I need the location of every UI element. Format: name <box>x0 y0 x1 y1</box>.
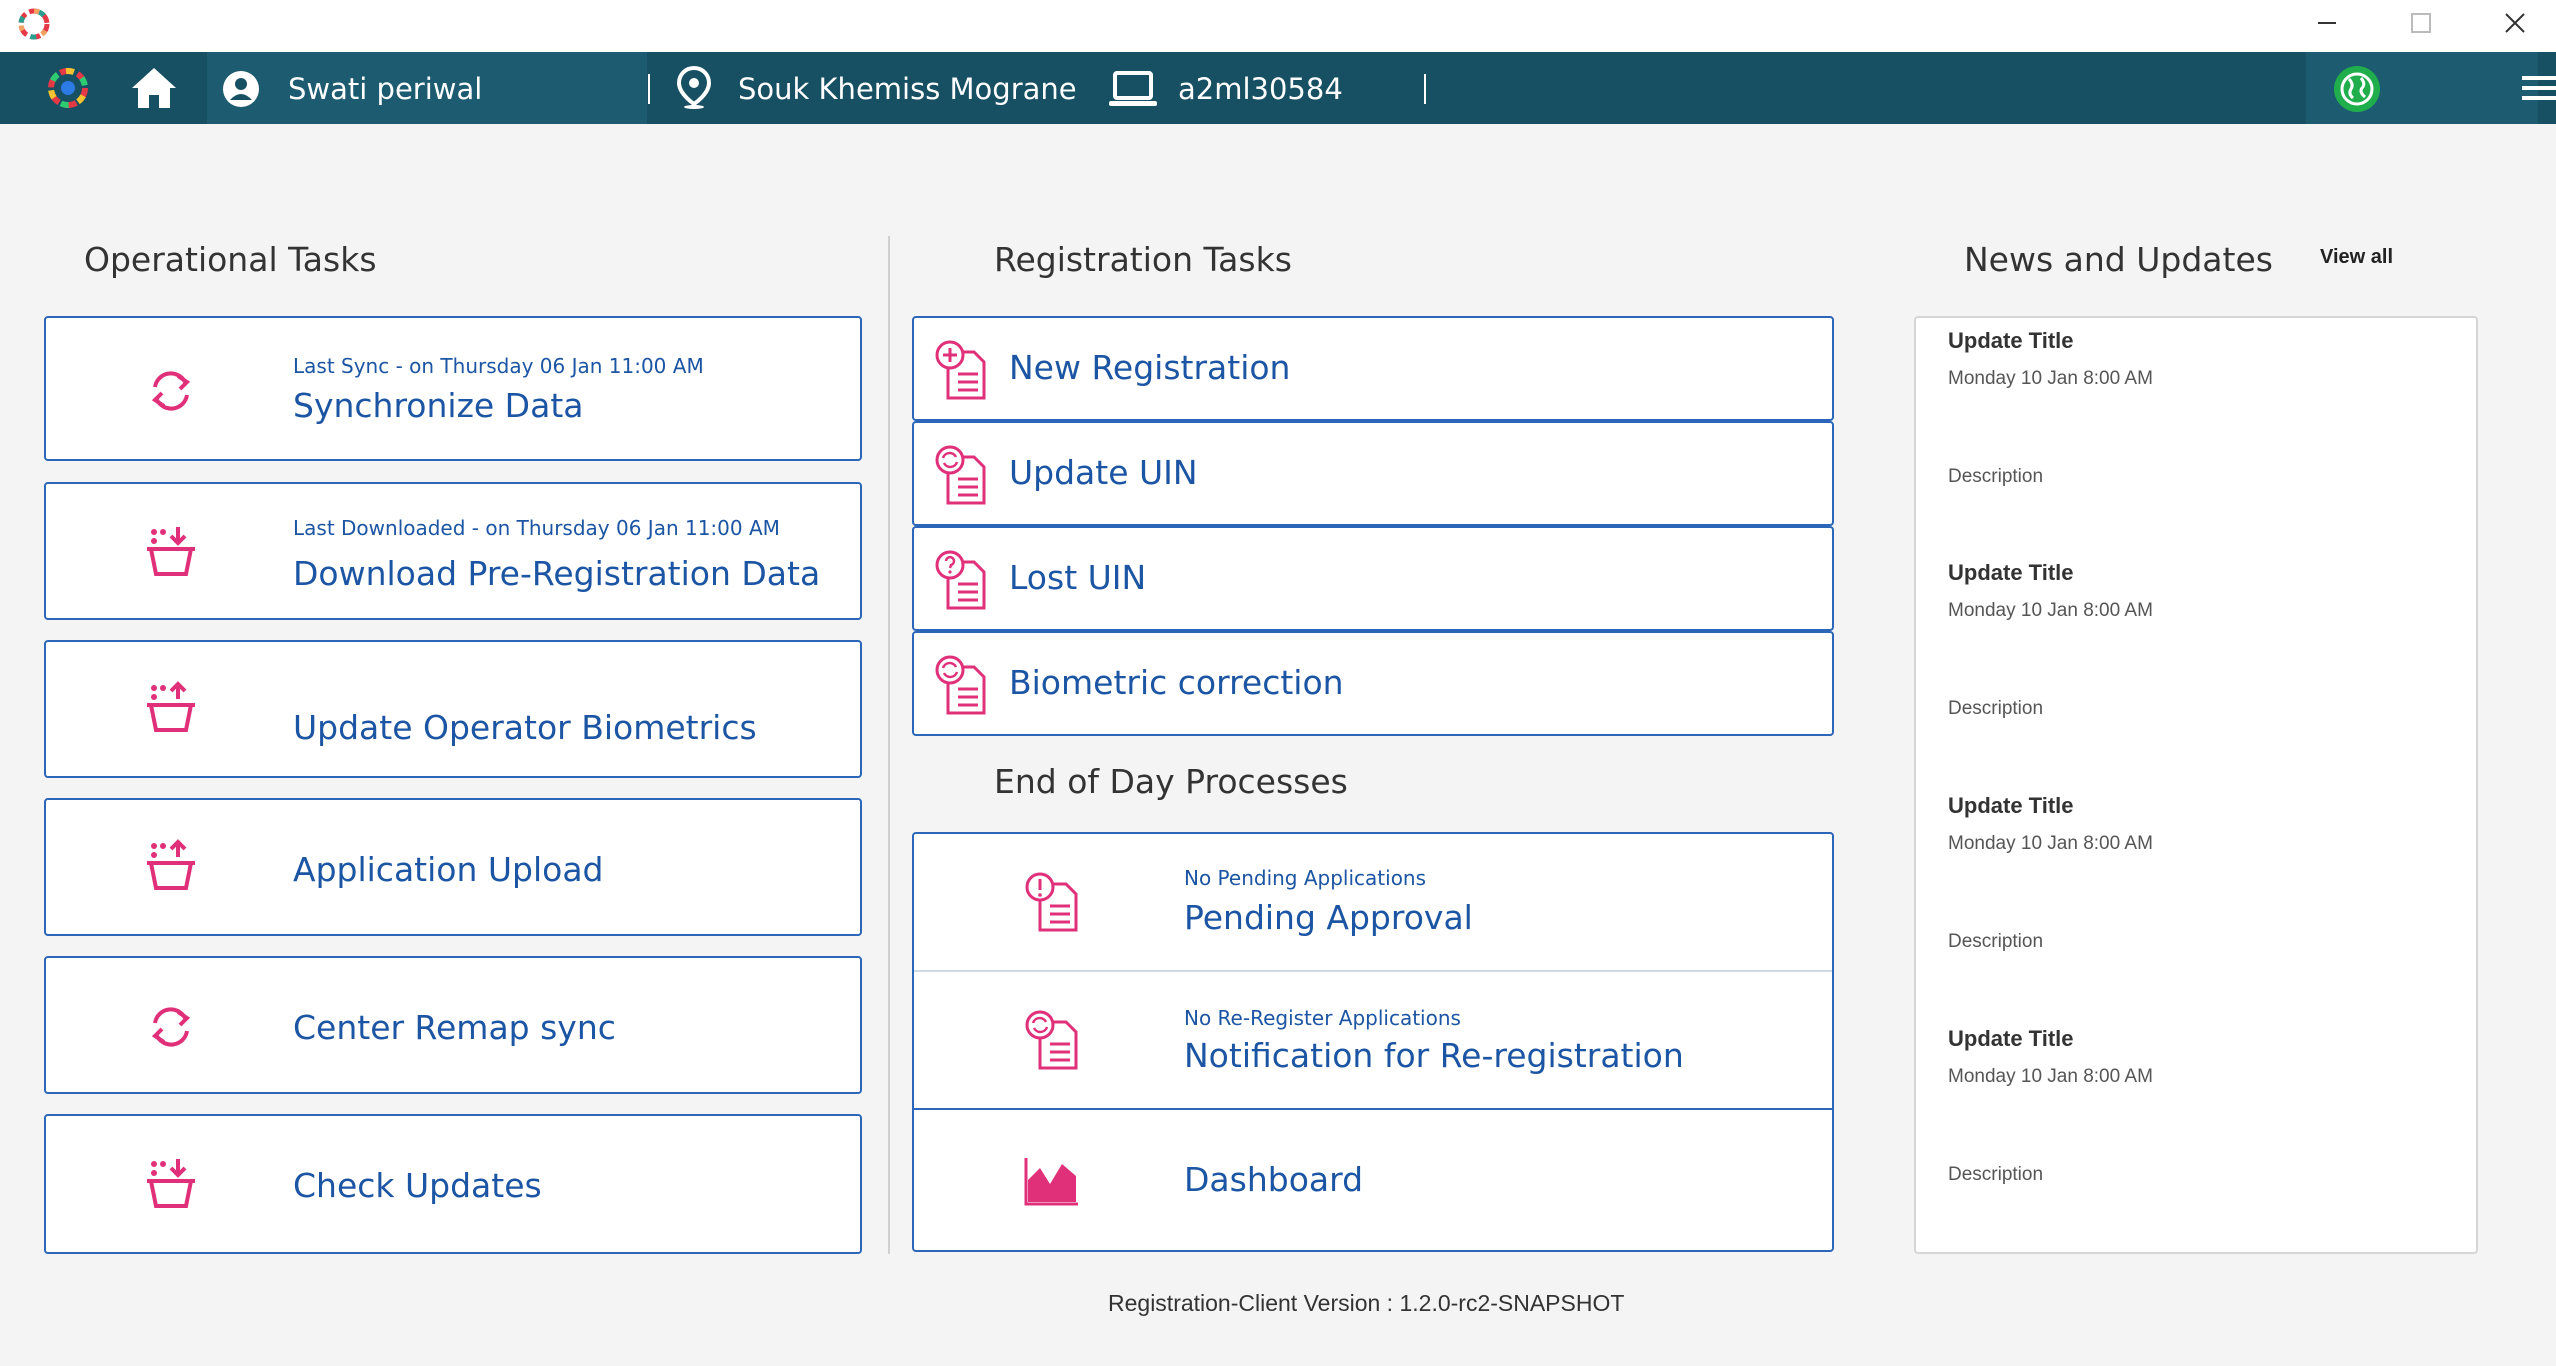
machine-name: a2ml30584 <box>1178 72 1343 106</box>
check-updates-label: Check Updates <box>293 1166 542 1205</box>
center-remap-sync-card[interactable]: Center Remap sync <box>44 956 862 1094</box>
update-operator-biometrics-card[interactable]: Update Operator Biometrics <box>44 640 862 778</box>
mosip-logo-icon[interactable] <box>46 66 90 110</box>
end-of-day-heading: End of Day Processes <box>994 762 1348 801</box>
update-uin-label: Update UIN <box>1009 453 1198 492</box>
application-upload-card[interactable]: Application Upload <box>44 798 862 936</box>
application-upload-label: Application Upload <box>293 850 604 889</box>
window-minimize-button[interactable] <box>2280 0 2374 46</box>
last-sync-text: Last Sync - on Thursday 06 Jan 11:00 AM <box>293 354 704 378</box>
download-preregistration-card[interactable]: Last Downloaded - on Thursday 06 Jan 11:… <box>44 482 862 620</box>
center-remap-sync-label: Center Remap sync <box>293 1008 616 1047</box>
globe-online-icon[interactable] <box>2332 64 2382 114</box>
location-pin-icon <box>676 66 712 109</box>
news-item[interactable]: Update Title Monday 10 Jan 8:00 AM Descr… <box>1916 1016 2476 1248</box>
download-basket-icon <box>147 527 195 576</box>
update-operator-biometrics-label: Update Operator Biometrics <box>293 708 757 747</box>
news-description: Description <box>1948 931 2044 952</box>
news-heading: News and Updates <box>1964 240 2273 279</box>
minimize-icon <box>2318 22 2336 24</box>
client-version-text: Registration-Client Version : 1.2.0-rc2-… <box>1108 1290 1625 1316</box>
news-title: Update Title <box>1948 328 2074 353</box>
end-of-day-panel: No Pending Applications Pending Approval… <box>912 832 1834 1252</box>
reregister-applications-status: No Re-Register Applications <box>1184 1006 1461 1030</box>
news-description: Description <box>1948 698 2044 719</box>
new-registration-card[interactable]: New Registration <box>912 316 1834 421</box>
pending-applications-status: No Pending Applications <box>1184 866 1427 890</box>
nav-divider <box>1424 74 1426 104</box>
news-date: Monday 10 Jan 8:00 AM <box>1948 600 2153 621</box>
synchronize-data-label: Synchronize Data <box>293 386 584 425</box>
registration-center-name: Souk Khemiss Mograne (1... <box>738 72 1088 106</box>
reregistration-row[interactable]: No Re-Register Applications Notification… <box>914 972 1832 1110</box>
lost-uin-card[interactable]: Lost UIN <box>912 526 1834 631</box>
last-downloaded-text: Last Downloaded - on Thursday 06 Jan 11:… <box>293 516 780 540</box>
home-icon[interactable] <box>128 64 180 112</box>
new-registration-label: New Registration <box>1009 348 1291 387</box>
user-icon <box>223 71 259 107</box>
view-all-link[interactable]: View all <box>2320 246 2393 269</box>
close-icon <box>2505 13 2525 33</box>
biometric-correction-card[interactable]: Biometric correction <box>912 631 1834 736</box>
dashboard-label: Dashboard <box>1184 1160 1364 1199</box>
lost-uin-icon <box>935 550 986 610</box>
window-maximize-button[interactable] <box>2374 0 2468 46</box>
news-date: Monday 10 Jan 8:00 AM <box>1948 368 2153 389</box>
upload-basket-icon <box>147 681 195 732</box>
update-uin-card[interactable]: Update UIN <box>912 421 1834 526</box>
laptop-icon <box>1109 71 1157 106</box>
pending-approval-label: Pending Approval <box>1184 898 1473 937</box>
nav-divider <box>648 74 650 104</box>
news-date: Monday 10 Jan 8:00 AM <box>1948 1066 2153 1087</box>
biometric-correction-label: Biometric correction <box>1009 663 1344 702</box>
app-logo-icon <box>18 8 50 40</box>
update-uin-icon <box>935 445 986 505</box>
check-updates-card[interactable]: Check Updates <box>44 1114 862 1254</box>
reregistration-label: Notification for Re-registration <box>1184 1036 1684 1075</box>
biometric-correction-icon <box>935 655 986 715</box>
registration-tasks-heading: Registration Tasks <box>994 240 1292 279</box>
news-item[interactable]: Update Title Monday 10 Jan 8:00 AM Descr… <box>1916 783 2476 1015</box>
window-titlebar <box>0 0 2556 52</box>
operator-name: Swati periwal <box>288 72 483 106</box>
window-close-button[interactable] <box>2468 0 2556 46</box>
news-title: Update Title <box>1948 793 2074 818</box>
news-item[interactable]: Update Title Monday 10 Jan 8:00 AM Descr… <box>1916 550 2476 782</box>
news-description: Description <box>1948 1164 2044 1185</box>
column-divider <box>888 236 890 1254</box>
pending-approval-row[interactable]: No Pending Applications Pending Approval <box>914 834 1832 972</box>
top-navbar: Swati periwal Souk Khemiss Mograne (1...… <box>0 52 2556 124</box>
lost-uin-label: Lost UIN <box>1009 558 1147 597</box>
news-title: Update Title <box>1948 560 2074 585</box>
news-title: Update Title <box>1948 1026 2074 1051</box>
sync-icon <box>151 371 191 411</box>
download-preregistration-label: Download Pre-Registration Data <box>293 554 821 593</box>
download-basket-icon <box>147 1159 195 1208</box>
pending-approval-icon <box>1025 872 1078 932</box>
upload-basket-icon <box>147 839 195 890</box>
new-registration-icon <box>935 340 986 400</box>
reregistration-icon <box>1025 1010 1078 1070</box>
operational-tasks-heading: Operational Tasks <box>84 240 377 279</box>
news-date: Monday 10 Jan 8:00 AM <box>1948 833 2153 854</box>
dashboard-row[interactable]: Dashboard <box>914 1110 1832 1250</box>
news-item[interactable]: Update Title Monday 10 Jan 8:00 AM Descr… <box>1916 318 2476 550</box>
news-description: Description <box>1948 466 2044 487</box>
dashboard-chart-icon <box>1024 1158 1078 1206</box>
hamburger-menu-icon[interactable] <box>2522 74 2556 102</box>
maximize-icon <box>2411 13 2431 33</box>
synchronize-data-card[interactable]: Last Sync - on Thursday 06 Jan 11:00 AM … <box>44 316 862 461</box>
sync-icon <box>151 1007 191 1047</box>
news-panel: Update Title Monday 10 Jan 8:00 AM Descr… <box>1914 316 2478 1254</box>
